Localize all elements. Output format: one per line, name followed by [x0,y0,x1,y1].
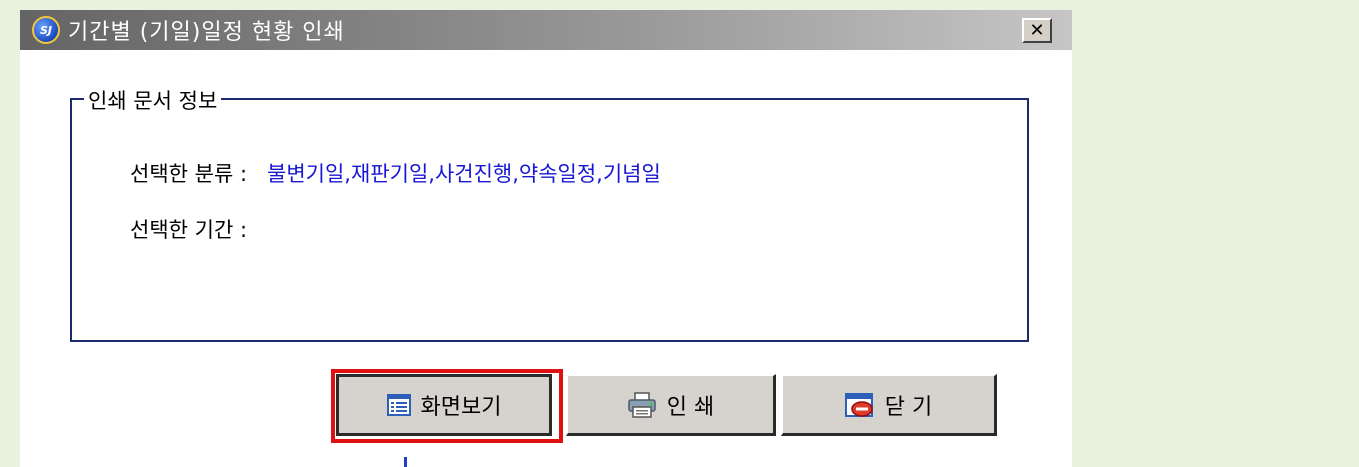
selected-period-label: 선택한 기간 : [130,218,248,242]
window-close-button[interactable]: ✕ [1022,18,1052,43]
selected-category-value: 불변기일,재판기일,사건진행,약속일정,기념일 [267,162,661,186]
print-button[interactable]: 인 쇄 [566,374,776,436]
list-view-icon [386,394,411,416]
preview-button-label: 화면보기 [420,395,502,420]
print-document-info-group: 인쇄 문서 정보 선택한 분류 : 불변기일,재판기일,사건진행,약속일정,기념일… [70,85,1029,342]
selected-category-label: 선택한 분류 : [130,162,248,186]
preview-button[interactable]: 화면보기 [336,374,552,436]
window-title: 기간별 (기일)일정 현황 인쇄 [68,20,345,45]
print-dialog: SJ 기간별 (기일)일정 현황 인쇄 ✕ 인쇄 문서 정보 선택한 분류 : 불… [20,10,1072,467]
printer-icon [627,391,657,418]
close-button[interactable]: 닫 기 [781,374,997,436]
close-icon: ✕ [1029,19,1045,41]
pointer-indicator [404,457,407,467]
print-button-label: 인 쇄 [666,394,715,420]
group-legend: 인쇄 문서 정보 [84,85,222,115]
app-logo-icon: SJ [32,16,60,44]
close-window-icon [844,392,875,418]
selected-period-row: 선택한 기간 : [130,214,267,244]
close-button-label: 닫 기 [884,394,933,420]
selected-category-row: 선택한 분류 : 불변기일,재판기일,사건진행,약속일정,기념일 [130,158,661,188]
title-bar[interactable]: SJ 기간별 (기일)일정 현황 인쇄 ✕ [20,10,1072,50]
